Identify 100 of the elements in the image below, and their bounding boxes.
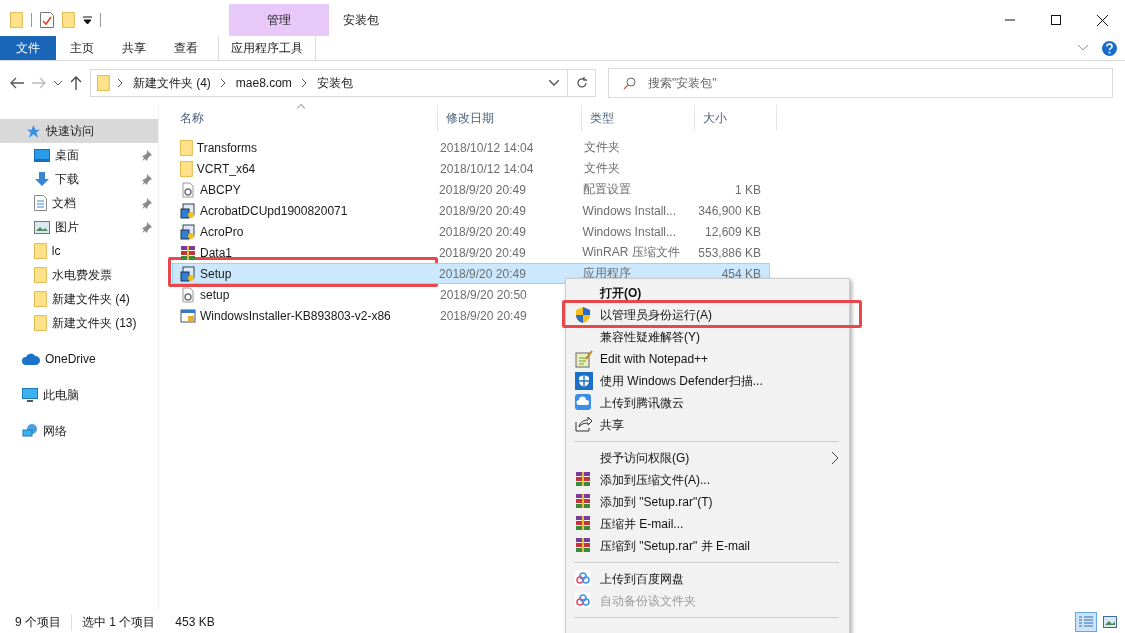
share-icon (575, 416, 592, 432)
nav-item[interactable]: 新建文件夹 (4) (0, 287, 158, 311)
search-icon (623, 76, 636, 90)
archive-icon (575, 471, 591, 487)
size-cell-text: 553,886 KB (697, 245, 762, 260)
date-cell-text: 2018/9/20 20:49 (438, 224, 527, 239)
column-header[interactable]: 类型 (582, 105, 695, 131)
file-row[interactable]: Transforms 2018/10/12 14:04 文件夹 (172, 137, 770, 158)
type-cell-text: 文件夹 (583, 139, 621, 156)
back-button[interactable] (10, 77, 24, 89)
date-cell-text: 2018/9/20 20:49 (438, 182, 527, 197)
menu-item[interactable]: 以管理员身份运行(A) (566, 304, 849, 326)
nav-item[interactable]: 图片 (0, 215, 158, 239)
menu-item[interactable]: Edit with Notepad++ (566, 348, 849, 370)
cloud-icon (575, 592, 591, 608)
selection-size: 453 KB (175, 615, 216, 629)
archive-icon (575, 493, 591, 509)
breadcrumb[interactable]: 新建文件夹 (4) (130, 74, 213, 92)
menu-item[interactable]: 添加到 "Setup.rar"(T) (566, 491, 849, 513)
file-row[interactable]: Data1 2018/9/20 20:49 WinRAR 压缩文件 553,886 KB (172, 242, 770, 263)
pictures-icon (34, 220, 50, 234)
menu-item[interactable]: 共享 (566, 414, 849, 436)
download-arrow-icon (34, 171, 50, 187)
cloud-icon (575, 570, 591, 586)
maximize-icon (1051, 15, 1061, 25)
installer-icon (180, 265, 196, 282)
expand-ribbon-icon[interactable] (1078, 45, 1088, 51)
refresh-icon (575, 77, 588, 89)
cloud-icon (22, 353, 40, 365)
file-row[interactable]: Setup 2018/9/20 20:49 应用程序 454 KB (172, 263, 770, 284)
file-row[interactable]: VCRT_x64 2018/10/12 14:04 文件夹 (172, 158, 770, 179)
archive-icon (180, 244, 196, 261)
menu-item[interactable]: 兼容性疑难解答(Y) (566, 326, 849, 348)
nav-item[interactable]: OneDrive (0, 347, 158, 371)
nav-item[interactable]: 下载 (0, 167, 158, 191)
ribbon-tab[interactable]: 文件 (0, 36, 56, 60)
window-title: 安装包 (342, 11, 380, 29)
size-cell-text: 12,609 KB (703, 224, 762, 239)
menu-item[interactable]: 添加到压缩文件(A)... (566, 469, 849, 491)
file-name: Data1 (173, 244, 431, 261)
folder-icon (180, 139, 193, 156)
nav-item[interactable]: 文档 (0, 191, 158, 215)
nav-item[interactable]: 快速访问 (0, 119, 158, 143)
folder-icon (34, 267, 47, 283)
help-icon[interactable] (1102, 40, 1117, 56)
file-row[interactable]: AcroPro 2018/9/20 20:49 Windows Install... 12,609 KB (172, 221, 770, 242)
computer-icon (22, 387, 38, 403)
date-cell-text: 2018/9/20 20:49 (439, 308, 528, 323)
type-cell-text: 配置设置 (581, 181, 632, 198)
ribbon-tab[interactable]: 应用程序工具 (218, 36, 316, 60)
address-bar[interactable]: 新建文件夹 (4) mae8.com 安装包 (90, 69, 568, 97)
nav-item[interactable]: 新建文件夹 (13) (0, 311, 158, 335)
program-icon (180, 307, 196, 324)
file-row[interactable]: AcrobatDCUpd1900820071 2018/9/20 20:49 Windows Install... 346,900 KB (172, 200, 770, 221)
folder-icon (97, 75, 110, 91)
shield-icon (575, 372, 593, 390)
archive-icon (575, 515, 591, 531)
thumbnail-icon (1103, 616, 1117, 628)
up-button[interactable] (70, 76, 82, 90)
close-icon (1096, 14, 1108, 26)
type-cell-text: Windows Install... (581, 224, 677, 239)
folder-icon (180, 160, 193, 177)
breadcrumb[interactable]: 安装包 (314, 74, 355, 92)
menu-item[interactable]: 上传到百度网盘 (566, 568, 849, 590)
breadcrumb[interactable]: mae8.com (233, 76, 294, 90)
history-dropdown-icon[interactable] (549, 80, 559, 86)
menu-item[interactable]: 压缩并 E-mail... (566, 513, 849, 535)
notepad-icon (575, 350, 593, 368)
nav-item[interactable]: 此电脑 (0, 383, 158, 407)
refresh-button[interactable] (568, 69, 596, 97)
type-cell-text: 文件夹 (583, 160, 621, 177)
folder-icon (34, 315, 47, 331)
shield-icon (575, 306, 591, 324)
recent-locations-button[interactable] (54, 80, 62, 86)
column-header[interactable]: 修改日期 (438, 105, 582, 131)
nav-item[interactable]: 水电费发票 (0, 263, 158, 287)
folder-icon (34, 291, 47, 307)
file-row[interactable]: ABCPY 2018/9/20 20:49 配置设置 1 KB (172, 179, 770, 200)
file-name: ABCPY (173, 181, 432, 198)
star-icon (26, 123, 41, 139)
menu-item[interactable]: 打开(O) (566, 282, 849, 304)
search-field[interactable]: 搜索"安装包" (608, 68, 1113, 98)
nav-item[interactable]: 网络 (0, 419, 158, 443)
column-header[interactable]: 名称 (172, 105, 438, 131)
file-name: Transforms (173, 139, 432, 156)
menu-item[interactable]: 上传到腾讯微云 (566, 392, 849, 414)
nav-item[interactable]: lc (0, 239, 158, 263)
item-count: 9 个项目 (15, 613, 72, 631)
network-icon (22, 423, 38, 439)
size-cell-text: 454 KB (720, 266, 762, 281)
type-cell-text: WinRAR 压缩文件 (581, 244, 681, 261)
menu-item[interactable]: 使用 Windows Defender扫描... (566, 370, 849, 392)
menu-item[interactable]: 授予访问权限(G) (566, 447, 849, 469)
installer-icon (180, 202, 196, 219)
column-header[interactable]: 大小 (695, 105, 777, 131)
nav-item[interactable]: 桌面 (0, 143, 158, 167)
file-name: Setup (173, 265, 432, 282)
file-name: setup (173, 286, 432, 303)
dropdown-caret-icon[interactable] (82, 16, 92, 24)
menu-item[interactable]: 压缩到 "Setup.rar" 并 E-mail (566, 535, 849, 557)
